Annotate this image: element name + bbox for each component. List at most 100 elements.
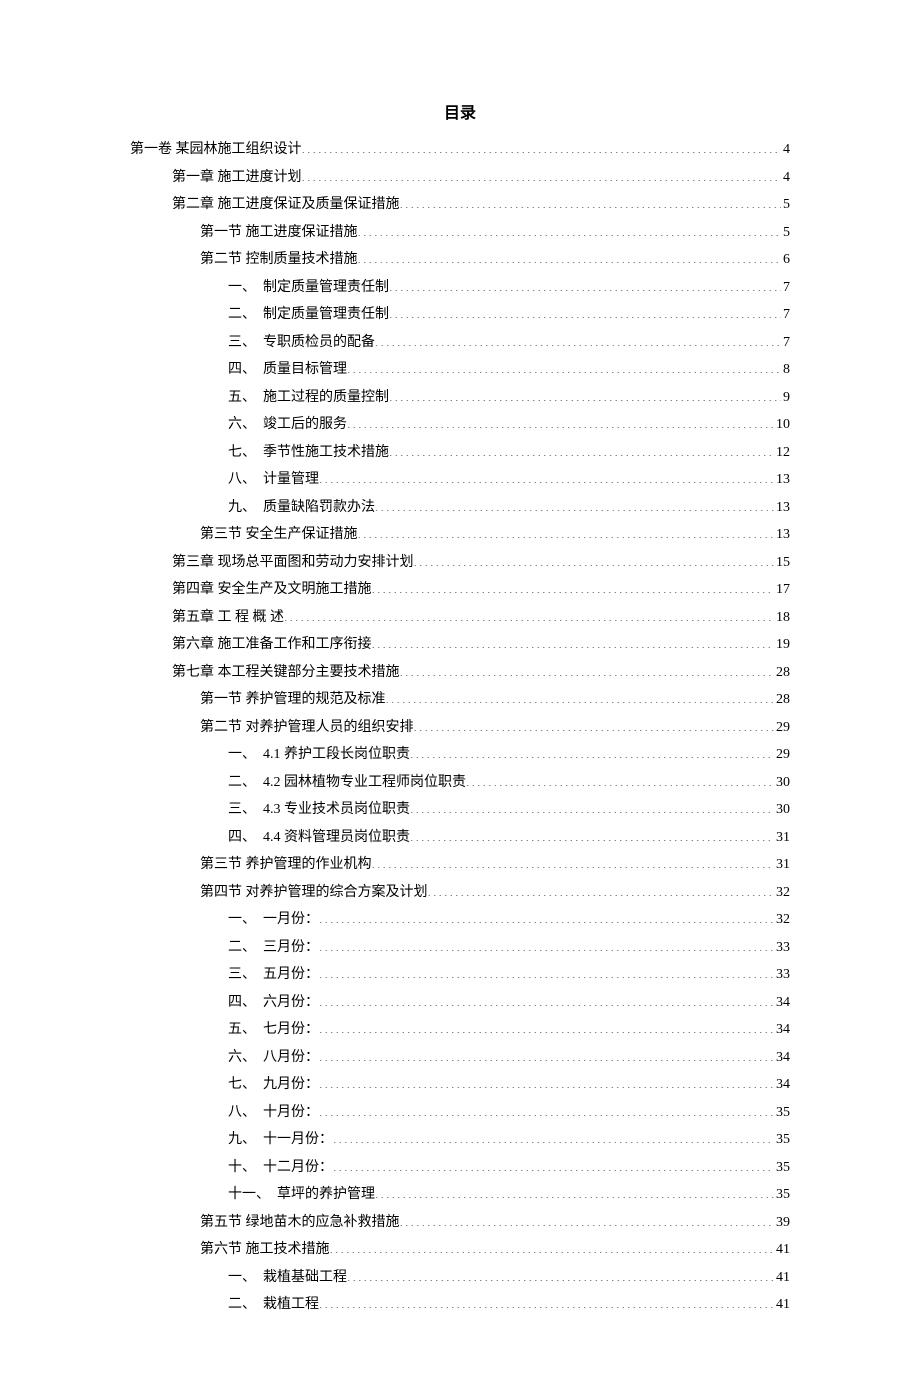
toc-entry-page: 41	[774, 1293, 790, 1318]
toc-entry[interactable]: 第一节 养护管理的规范及标准 28	[130, 688, 790, 713]
toc-entry-label: 五、 七月份：	[228, 1018, 319, 1043]
toc-entry[interactable]: 四、 质量目标管理 8	[130, 358, 790, 383]
toc-entry-label: 三、 4.3 专业技术员岗位职责	[228, 798, 410, 823]
toc-entry-page: 10	[774, 413, 790, 438]
toc-entry[interactable]: 第六章 施工准备工作和工序衔接19	[130, 633, 790, 658]
toc-container: 第一卷 某园林施工组织设计4 第一章 施工进度计划 4第二章 施工进度保证及质量保证…	[130, 138, 790, 1318]
toc-entry-page: 35	[774, 1101, 790, 1126]
toc-entry[interactable]: 第五章 工 程 概 述18	[130, 606, 790, 631]
toc-dots	[302, 139, 782, 153]
toc-entry-label: 四、 六月份：	[228, 991, 319, 1016]
toc-entry-label: 第五节 绿地苗木的应急补救措施	[200, 1211, 400, 1236]
toc-entry-page: 9	[781, 386, 790, 411]
toc-entry-label: 第一节 养护管理的规范及标准	[200, 688, 386, 713]
toc-entry[interactable]: 十、 十二月份：35	[130, 1156, 790, 1181]
toc-entry-page: 29	[774, 743, 790, 768]
toc-entry-label: 八、 计量管理	[228, 468, 319, 493]
toc-entry[interactable]: 第三节 养护管理的作业机构 31	[130, 853, 790, 878]
toc-entry-page: 7	[781, 303, 790, 328]
toc-entry-page: 35	[774, 1128, 790, 1153]
toc-entry[interactable]: 四、 六月份：34	[130, 991, 790, 1016]
toc-entry[interactable]: 第六节 施工技术措施41	[130, 1238, 790, 1263]
toc-entry[interactable]: 一、 制定质量管理责任制7	[130, 276, 790, 301]
toc-entry[interactable]: 六、 竣工后的服务10	[130, 413, 790, 438]
toc-entry[interactable]: 三、 4.3 专业技术员岗位职责30	[130, 798, 790, 823]
toc-entry[interactable]: 第一章 施工进度计划 4	[130, 166, 790, 191]
toc-entry[interactable]: 五、 七月份：34	[130, 1018, 790, 1043]
toc-entry-label: 七、 季节性施工技术措施	[228, 441, 389, 466]
toc-dots	[375, 497, 774, 511]
toc-entry-page: 41	[774, 1238, 790, 1263]
toc-entry-label: 九、 质量缺陷罚款办法	[228, 496, 375, 521]
toc-entry[interactable]: 十一、 草坪的养护管理35	[130, 1183, 790, 1208]
toc-entry-page: 30	[774, 771, 790, 796]
toc-dots	[414, 717, 775, 731]
toc-entry-page: 19	[774, 633, 790, 658]
toc-entry-page: 8	[781, 358, 790, 383]
toc-entry[interactable]: 八、 十月份：35	[130, 1101, 790, 1126]
toc-dots	[410, 799, 774, 813]
toc-entry[interactable]: 七、 季节性施工技术措施 12	[130, 441, 790, 466]
toc-entry-label: 第三节 养护管理的作业机构	[200, 853, 372, 878]
toc-dots	[400, 662, 775, 676]
toc-dots	[330, 1239, 775, 1253]
toc-entry-page: 13	[774, 523, 790, 548]
toc-entry-label: 二、 4.2 园林植物专业工程师岗位职责	[228, 771, 466, 796]
toc-entry[interactable]: 第四节 对养护管理的综合方案及计划32	[130, 881, 790, 906]
toc-entry[interactable]: 七、 九月份：34	[130, 1073, 790, 1098]
toc-entry[interactable]: 四、 4.4 资料管理员岗位职责 31	[130, 826, 790, 851]
toc-entry-label: 第七章 本工程关键部分主要技术措施	[172, 661, 400, 686]
toc-entry[interactable]: 五、 施工过程的质量控制9	[130, 386, 790, 411]
toc-entry[interactable]: 一、 一月份：32	[130, 908, 790, 933]
toc-dots	[319, 469, 774, 483]
toc-entry[interactable]: 六、 八月份：34	[130, 1046, 790, 1071]
toc-entry[interactable]: 二、 栽植工程41	[130, 1293, 790, 1318]
toc-dots	[347, 359, 781, 373]
toc-entry[interactable]: 第七章 本工程关键部分主要技术措施28	[130, 661, 790, 686]
toc-entry[interactable]: 九、 十一月份： 35	[130, 1128, 790, 1153]
toc-entry[interactable]: 一、 4.1 养护工段长岗位职责29	[130, 743, 790, 768]
toc-entry-page: 28	[774, 688, 790, 713]
toc-dots	[358, 249, 782, 263]
toc-entry-page: 31	[774, 826, 790, 851]
toc-entry-page: 31	[774, 853, 790, 878]
toc-dots	[410, 744, 774, 758]
toc-entry-label: 四、 质量目标管理	[228, 358, 347, 383]
toc-entry-label: 四、 4.4 资料管理员岗位职责	[228, 826, 410, 851]
toc-entry-label: 十、 十二月份：	[228, 1156, 333, 1181]
toc-dots	[319, 1047, 774, 1061]
toc-entry-page: 34	[774, 1073, 790, 1098]
toc-entry-page: 32	[774, 881, 790, 906]
toc-entry-label: 九、 十一月份：	[228, 1128, 333, 1153]
toc-entry[interactable]: 第二节 对养护管理人员的组织安排29	[130, 716, 790, 741]
toc-dots	[319, 1019, 774, 1033]
toc-entry[interactable]: 八、 计量管理13	[130, 468, 790, 493]
toc-entry[interactable]: 第二章 施工进度保证及质量保证措施5	[130, 193, 790, 218]
toc-entry[interactable]: 一、 栽植基础工程41	[130, 1266, 790, 1291]
toc-entry[interactable]: 九、 质量缺陷罚款办法13	[130, 496, 790, 521]
toc-entry[interactable]: 第二节 控制质量技术措施6	[130, 248, 790, 273]
toc-entry[interactable]: 第四章 安全生产及文明施工措施17	[130, 578, 790, 603]
toc-entry[interactable]: 第五节 绿地苗木的应急补救措施39	[130, 1211, 790, 1236]
toc-entry[interactable]: 第一卷 某园林施工组织设计4	[130, 138, 790, 163]
toc-entry-page: 12	[774, 441, 790, 466]
toc-dots	[414, 552, 775, 566]
toc-entry[interactable]: 三、 五月份：33	[130, 963, 790, 988]
toc-entry[interactable]: 二、 制定质量管理责任制7	[130, 303, 790, 328]
toc-dots	[400, 1212, 775, 1226]
toc-dots	[319, 964, 774, 978]
toc-entry-page: 4	[781, 166, 790, 191]
toc-entry[interactable]: 第三章 现场总平面图和劳动力安排计划15	[130, 551, 790, 576]
toc-entry[interactable]: 三、 专职质检员的配备7	[130, 331, 790, 356]
toc-entry[interactable]: 第一节 施工进度保证措施5	[130, 221, 790, 246]
toc-dots	[428, 882, 775, 896]
toc-dots	[372, 634, 775, 648]
toc-dots	[319, 1294, 774, 1308]
toc-dots	[389, 387, 781, 401]
toc-entry-page: 5	[781, 193, 790, 218]
toc-entry[interactable]: 第三节 安全生产保证措施13	[130, 523, 790, 548]
toc-entry-page: 15	[774, 551, 790, 576]
toc-entry[interactable]: 二、 4.2 园林植物专业工程师岗位职责 30	[130, 771, 790, 796]
toc-entry[interactable]: 二、 三月份：33	[130, 936, 790, 961]
toc-entry-label: 第一章 施工进度计划	[172, 166, 302, 191]
